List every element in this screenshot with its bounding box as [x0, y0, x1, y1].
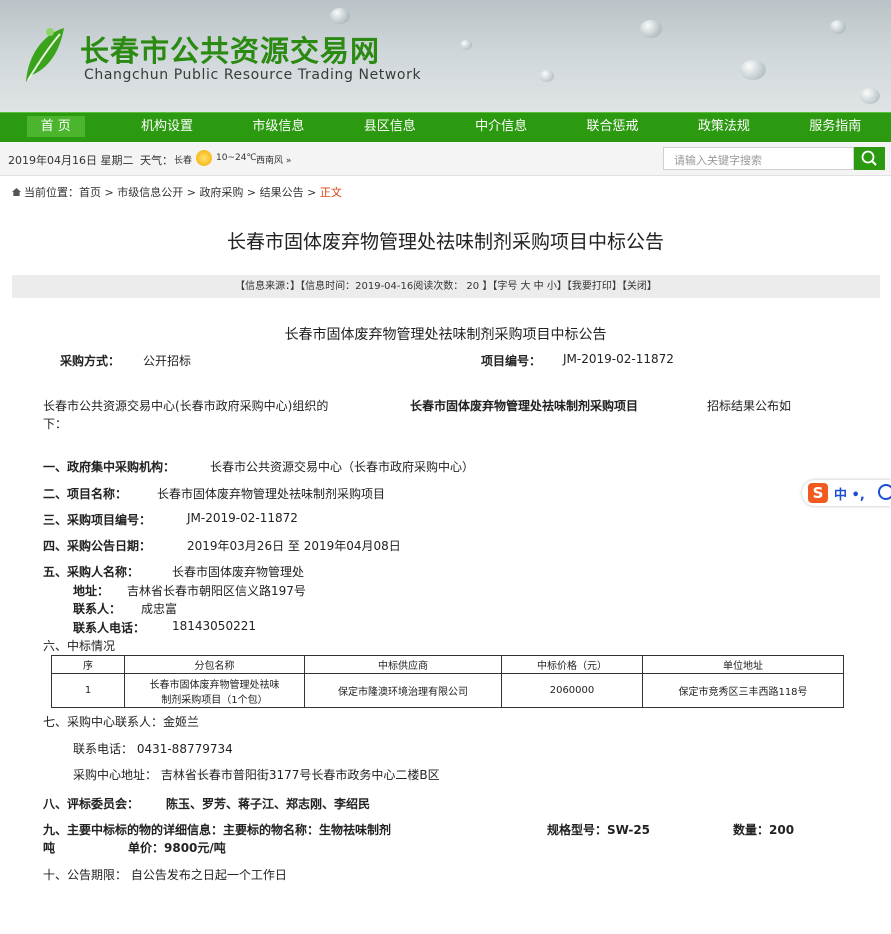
intro-project-name: 长春市固体废弃物管理处祛味制剂采购项目 [410, 399, 639, 413]
section-10: 十、公告期限： 自公告发布之日起一个工作日 [43, 868, 287, 882]
table-header-row: 序 分包名称 中标供应商 中标价格（元） 单位地址 [51, 655, 844, 674]
search-button[interactable] [854, 147, 885, 170]
site-title-en: Changchun Public Resource Trading Networ… [84, 67, 422, 83]
contact-label: 联系人： [73, 602, 122, 616]
section-6-label: 六、中标情况 [43, 639, 116, 653]
ime-toolbar[interactable]: S 中 •, [802, 480, 891, 506]
section-7-contact: 七、采购中心联系人：金姬兰 [43, 715, 200, 729]
weather-city: 长春 [174, 156, 193, 166]
breadcrumb-current: 正文 [319, 186, 342, 199]
main-nav: 首 页 机构设置 市级信息 县区信息 中介信息 联合惩戒 政策法规 服务指南 [0, 112, 891, 142]
weather-wind[interactable]: 西南风 » [256, 153, 291, 166]
section-5-value: 长春市固体废弃物管理处 [172, 565, 305, 579]
ime-mode-label[interactable]: 中 •, [834, 484, 865, 503]
nav-item-county[interactable]: 县区信息 [334, 113, 445, 142]
cell-package: 长春市固体废弃物管理处祛味 制剂采购项目（1个包） [124, 673, 305, 708]
home-icon [12, 188, 21, 196]
section-9-quantity: 数量：200 [733, 823, 795, 837]
sogou-s-icon: S [808, 483, 828, 503]
contact-value: 成忠富 [141, 602, 178, 616]
leaf-logo-icon [26, 28, 64, 82]
section-1-label: 一、政府集中采购机构： [43, 460, 176, 474]
section-8-label: 八、评标委员会： [43, 797, 140, 811]
nav-item-org[interactable]: 机构设置 [111, 113, 222, 142]
water-drop-decoration [330, 8, 350, 24]
section-4-label: 四、采购公告日期： [43, 539, 152, 553]
col-header-price: 中标价格（元） [501, 655, 643, 674]
nav-item-city[interactable]: 市级信息 [223, 113, 334, 142]
section-4-value: 2019年03月26日 至 2019年04月08日 [187, 539, 401, 553]
smiley-icon[interactable] [878, 484, 891, 500]
water-drop-decoration [460, 40, 472, 50]
section-3-value: JM-2019-02-11872 [187, 511, 298, 525]
section-2-value: 长春市固体废弃物管理处祛味制剂采购项目 [157, 487, 386, 501]
water-drop-decoration [640, 20, 662, 38]
nav-item-policy[interactable]: 政策法规 [668, 113, 779, 142]
breadcrumb-item-city-info[interactable]: 市级信息公开 [117, 186, 183, 199]
nav-item-punish[interactable]: 联合惩戒 [557, 113, 668, 142]
nav-item-agency[interactable]: 中介信息 [446, 113, 557, 142]
water-drop-decoration [830, 20, 846, 34]
method-label: 采购方式： [60, 354, 121, 368]
section-7-address: 采购中心地址： 吉林省长春市普阳街3177号长春市政务中心二楼B区 [73, 768, 440, 782]
search-input[interactable]: 请输入关键字搜索 [663, 147, 854, 170]
section-1-value: 长春市公共资源交易中心（长春市政府采购中心） [210, 460, 475, 474]
project-no-value: JM-2019-02-11872 [563, 352, 674, 366]
breadcrumb-item-result[interactable]: 结果公告 [260, 186, 304, 199]
meta-bar[interactable]: 【信息来源：】【信息时间：2019-04-16阅读次数： 20 】【字号 大 中… [12, 275, 880, 298]
col-header-package: 分包名称 [124, 655, 305, 674]
water-drop-decoration [740, 60, 766, 80]
article-heading: 长春市固体废弃物管理处祛味制剂采购项目中标公告 [284, 327, 607, 343]
col-header-address: 单位地址 [642, 655, 844, 674]
breadcrumb: 当前位置：首页 > 市级信息公开 > 政府采购 > 结果公告 > 正文 [12, 184, 342, 200]
result-table: 序 分包名称 中标供应商 中标价格（元） 单位地址 1 长春市固体废弃物管理处祛… [51, 655, 844, 708]
section-9-item: 九、主要中标标的物的详细信息：主要标的物名称：生物祛味制剂 [43, 823, 392, 837]
section-2-label: 二、项目名称： [43, 487, 128, 501]
project-no-label: 项目编号： [481, 354, 542, 368]
site-title-cn[interactable]: 长春市公共资源交易网 [80, 28, 380, 70]
cell-supplier: 保定市隆澳环境治理有限公司 [304, 673, 502, 708]
breadcrumb-item-gov-purchase[interactable]: 政府采购 [199, 186, 243, 199]
section-7-phone: 联系电话： 0431-88779734 [73, 742, 233, 756]
section-3-label: 三、采购项目编号： [43, 513, 152, 527]
sun-icon [196, 150, 212, 166]
intro-text-d: 下： [43, 417, 68, 431]
address-value: 吉林省长春市朝阳区信义路197号 [127, 584, 306, 598]
table-row: 1 长春市固体废弃物管理处祛味 制剂采购项目（1个包） 保定市隆澳环境治理有限公司… [51, 673, 844, 708]
phone-value: 18143050221 [172, 619, 256, 633]
weather-label: 天气： [140, 154, 173, 167]
breadcrumb-prefix: 当前位置： [24, 186, 79, 199]
water-drop-decoration [860, 88, 880, 104]
intro-text-c: 招标结果公布如 [707, 399, 792, 413]
cell-address: 保定市竞秀区三丰西路118号 [642, 673, 844, 708]
section-5-label: 五、采购人名称： [43, 565, 140, 579]
site-header: 长春市公共资源交易网 Changchun Public Resource Tra… [0, 0, 891, 112]
search-icon [861, 150, 877, 166]
address-label: 地址： [73, 584, 110, 598]
weather-temp: 10~24℃ [216, 153, 257, 163]
phone-label: 联系人电话： [73, 621, 146, 635]
cell-no: 1 [51, 673, 125, 708]
nav-item-home[interactable]: 首 页 [0, 113, 111, 142]
section-9-spec: 规格型号：SW-25 [547, 823, 651, 837]
page-title: 长春市固体废弃物管理处祛味制剂采购项目中标公告 [226, 231, 664, 253]
nav-item-service[interactable]: 服务指南 [780, 113, 891, 142]
section-9-price: 单价：9800元/吨 [128, 841, 226, 855]
method-value: 公开招标 [143, 354, 192, 368]
intro-text-a: 长春市公共资源交易中心(长春市政府采购中心)组织的 [43, 399, 329, 413]
water-drop-decoration [540, 70, 554, 82]
current-date: 2019年04月16日 星期二 [8, 154, 134, 167]
col-header-no: 序 [51, 655, 125, 674]
section-9-unit: 吨 [43, 841, 56, 855]
col-header-supplier: 中标供应商 [304, 655, 502, 674]
section-8-value: 陈玉、罗芳、蒋子江、郑志刚、李绍民 [166, 797, 371, 811]
cell-price: 2060000 [501, 673, 643, 708]
breadcrumb-item-home[interactable]: 首页 [79, 186, 101, 199]
